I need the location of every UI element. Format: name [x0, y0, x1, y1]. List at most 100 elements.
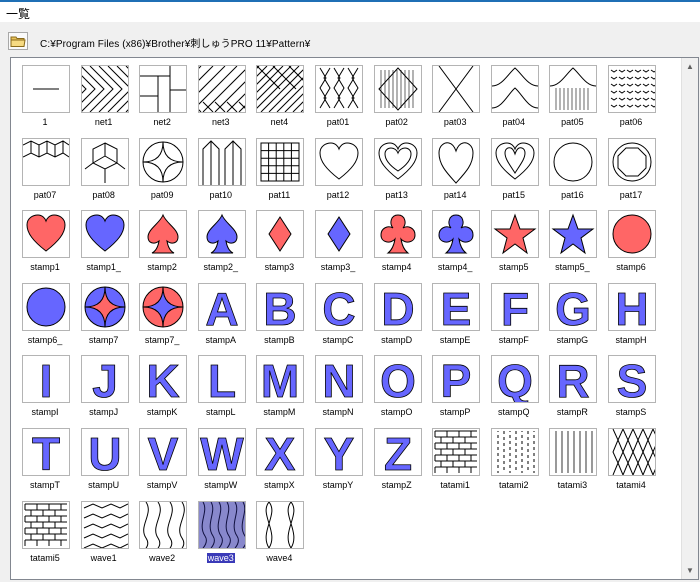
pattern-item-pat09[interactable]: pat09	[134, 134, 190, 204]
pattern-item-pat02[interactable]: pat02	[369, 61, 425, 131]
svg-text:N: N	[322, 356, 355, 402]
pattern-item-stampo[interactable]: OstampO	[369, 351, 425, 421]
pattern-item-stamp6-alt[interactable]: stamp6_	[17, 279, 73, 349]
pattern-item-pat15[interactable]: pat15	[486, 134, 542, 204]
pattern-item-stampe[interactable]: EstampE	[427, 279, 483, 349]
pattern-item-pat17[interactable]: pat17	[603, 134, 659, 204]
pattern-label: stamp6	[616, 262, 646, 273]
pattern-item-stampr[interactable]: RstampR	[544, 351, 600, 421]
scroll-up-button[interactable]: ▲	[682, 58, 698, 75]
pattern-item-stamp5-alt[interactable]: stamp5_	[544, 206, 600, 276]
pattern-item-stampj[interactable]: JstampJ	[76, 351, 132, 421]
scroll-down-button[interactable]: ▼	[682, 562, 698, 579]
pattern-item-stamph[interactable]: HstampH	[603, 279, 659, 349]
pattern-thumbnail: M	[256, 355, 305, 404]
pattern-item-stampv[interactable]: VstampV	[134, 424, 190, 494]
pattern-item-stampn[interactable]: NstampN	[310, 351, 366, 421]
pattern-item-stamp1[interactable]: stamp1	[17, 206, 73, 276]
svg-text:S: S	[617, 356, 648, 402]
pattern-preview-image	[377, 67, 418, 111]
pattern-item-stampy[interactable]: YstampY	[310, 424, 366, 494]
pattern-item-pat01[interactable]: pat01	[310, 61, 366, 131]
pattern-item-tatami5[interactable]: tatami5	[17, 497, 73, 567]
pattern-item-pat10[interactable]: pat10	[193, 134, 249, 204]
svg-text:Y: Y	[324, 429, 355, 475]
pattern-item-pat03[interactable]: pat03	[427, 61, 483, 131]
pattern-preview-image	[380, 214, 416, 254]
pattern-item-stampw[interactable]: WstampW	[193, 424, 249, 494]
pattern-item-stampk[interactable]: KstampK	[134, 351, 190, 421]
pattern-thumbnail: V	[139, 428, 188, 476]
pattern-thumbnail: R	[549, 355, 598, 404]
pattern-item-stampp[interactable]: PstampP	[427, 351, 483, 421]
pattern-item-pat16[interactable]: pat16	[544, 134, 600, 204]
svg-text:R: R	[557, 356, 590, 402]
pattern-item-stamp2[interactable]: stamp2	[134, 206, 190, 276]
pattern-item-stampi[interactable]: IstampI	[17, 351, 73, 421]
pattern-item-stampu[interactable]: UstampU	[76, 424, 132, 494]
pattern-item-pat11[interactable]: pat11	[251, 134, 307, 204]
pattern-item-stampx[interactable]: XstampX	[251, 424, 307, 494]
pattern-item-stamps[interactable]: SstampS	[603, 351, 659, 421]
pattern-thumbnail	[80, 210, 129, 259]
pattern-preview-image: O	[379, 356, 416, 402]
pattern-item-stamp7[interactable]: stamp7	[76, 279, 132, 349]
pattern-preview-image	[33, 88, 59, 90]
pattern-item-pat05[interactable]: pat05	[544, 61, 600, 131]
vertical-scrollbar[interactable]: ▲ ▼	[681, 58, 698, 579]
pattern-item-pat07[interactable]: pat07	[17, 134, 73, 204]
pattern-thumbnail	[139, 282, 188, 331]
svg-text:O: O	[380, 356, 416, 402]
pattern-item-pat13[interactable]: pat13	[369, 134, 425, 204]
pattern-thumbnail	[139, 210, 188, 259]
pattern-item-pat14[interactable]: pat14	[427, 134, 483, 204]
pattern-item-net3[interactable]: net3	[193, 61, 249, 131]
pattern-preview-image	[26, 287, 66, 327]
pattern-preview-image	[260, 142, 300, 182]
pattern-item-stamp3-alt[interactable]: stamp3_	[310, 206, 366, 276]
pattern-item-stamp2-alt[interactable]: stamp2_	[193, 206, 249, 276]
pattern-item-stampg[interactable]: GstampG	[544, 279, 600, 349]
pattern-thumbnail	[608, 428, 656, 476]
pattern-item-stampc[interactable]: CstampC	[310, 279, 366, 349]
pattern-item-stamp4-alt[interactable]: stamp4_	[427, 206, 483, 276]
pattern-item-stampm[interactable]: MstampM	[251, 351, 307, 421]
pattern-item-stamp6[interactable]: stamp6	[603, 206, 659, 276]
pattern-item-stamp3[interactable]: stamp3	[251, 206, 307, 276]
pattern-item-net1[interactable]: net1	[76, 61, 132, 131]
pattern-item-stampa[interactable]: AstampA	[193, 279, 249, 349]
pattern-thumbnail	[197, 137, 246, 186]
pattern-item-wave1[interactable]: wave1	[76, 497, 132, 567]
pattern-item-net2[interactable]: net2	[134, 61, 190, 131]
pattern-item-tatami2[interactable]: tatami2	[486, 424, 542, 494]
pattern-item-wave2[interactable]: wave2	[134, 497, 190, 567]
pattern-item-pat06[interactable]: pat06	[603, 61, 659, 131]
pattern-thumbnail	[432, 65, 481, 113]
pattern-item-pat08[interactable]: pat08	[76, 134, 132, 204]
pattern-preview-image: C	[322, 284, 356, 330]
pattern-item-stampf[interactable]: FstampF	[486, 279, 542, 349]
pattern-item-stampq[interactable]: QstampQ	[486, 351, 542, 421]
pattern-label: stampH	[615, 334, 647, 345]
pattern-item-stampd[interactable]: DstampD	[369, 279, 425, 349]
pattern-thumbnail	[490, 65, 539, 113]
pattern-item-stamp1-alt[interactable]: stamp1_	[76, 206, 132, 276]
pattern-item-stampl[interactable]: LstampL	[193, 351, 249, 421]
pattern-item-1[interactable]: 1	[17, 61, 73, 131]
pattern-item-stamp4[interactable]: stamp4	[369, 206, 425, 276]
folder-browse-button[interactable]	[8, 32, 28, 50]
pattern-item-stampt[interactable]: TstampT	[17, 424, 73, 494]
pattern-item-stampz[interactable]: ZstampZ	[369, 424, 425, 494]
pattern-item-wave4[interactable]: wave4	[251, 497, 307, 567]
pattern-item-stampb[interactable]: BstampB	[251, 279, 307, 349]
pattern-list-view[interactable]: ▲ ▼ 1 net1 net2 net3 net4 pat01 pat02 pat03 pat0…	[10, 57, 699, 580]
pattern-item-stamp7-alt[interactable]: stamp7_	[134, 279, 190, 349]
pattern-item-tatami1[interactable]: tatami1	[427, 424, 483, 494]
pattern-item-tatami4[interactable]: tatami4	[603, 424, 659, 494]
pattern-item-pat04[interactable]: pat04	[486, 61, 542, 131]
pattern-item-net4[interactable]: net4	[251, 61, 307, 131]
pattern-item-stamp5[interactable]: stamp5	[486, 206, 542, 276]
pattern-item-wave3[interactable]: wave3	[193, 497, 249, 567]
pattern-item-tatami3[interactable]: tatami3	[544, 424, 600, 494]
pattern-item-pat12[interactable]: pat12	[310, 134, 366, 204]
